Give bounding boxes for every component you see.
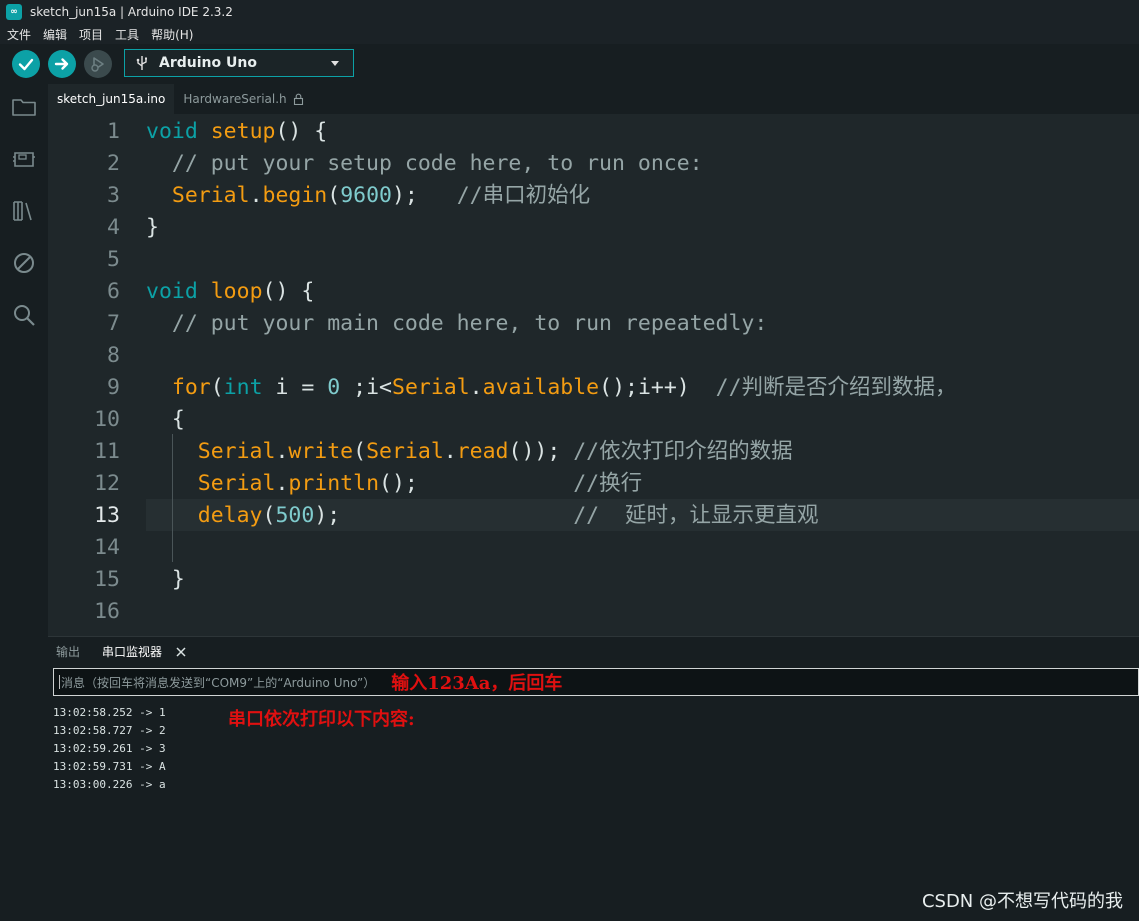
watermark: CSDN @不想写代码的我 [921,891,1123,912]
line-number: 5 [107,247,120,272]
menu-bar: 文件 编辑 项目 工具 帮助(H) [0,24,1139,44]
usb-icon [136,56,147,70]
library-icon[interactable] [11,198,37,224]
window-title: sketch_jun15a | Arduino IDE 2.3.2 [30,5,233,19]
tab-serial-monitor[interactable]: 串口监视器 [102,637,162,667]
code-text: } [146,215,159,240]
line-number: 13 [94,503,120,528]
line-number: 4 [107,215,120,240]
output-line: 13:02:58.727 -> 2 [53,724,166,737]
checkmark-icon [18,58,34,71]
folder-icon[interactable] [11,94,37,120]
board-manager-icon[interactable] [11,146,37,172]
menu-help[interactable]: 帮助(H) [151,26,193,43]
line-number: 2 [107,151,120,176]
title-bar: ∞ sketch_jun15a | Arduino IDE 2.3.2 [0,0,1139,24]
tab-label: HardwareSerial.h [183,92,287,106]
debug-play-icon [91,57,104,72]
tab-output[interactable]: 输出 [56,637,80,667]
line-number: 16 [94,599,120,624]
serial-message-input[interactable]: 消息（按回车将消息发送到“COM9”上的“Arduino Uno”） 输入123… [53,668,1139,696]
line-number: 6 [107,279,120,304]
line-number: 14 [94,535,120,560]
output-line: 13:02:58.252 -> 1 [53,706,166,719]
code-text: Serial.write(Serial.read()); //依次打印介绍的数据 [197,439,793,464]
verify-button[interactable] [12,50,40,78]
code-text: delay(500); // 延时，让显示更直观 [197,503,819,528]
code-text: { [146,407,185,432]
line-number: 10 [94,407,120,432]
annotation-output: 串口依次打印以下内容: [228,709,415,730]
line-number: 3 [107,183,120,208]
code-text: void loop() { [146,279,315,304]
arrow-right-icon [54,58,69,70]
code-text: void setup() { [146,119,328,144]
line-number: 15 [94,567,120,592]
arduino-logo-icon: ∞ [6,4,22,20]
code-text: Serial.begin(9600); //串口初始化 [171,183,591,208]
panel-tabs: 输出 串口监视器 [48,637,1139,667]
annotation-input: 输入123Aa，后回车 [391,673,563,694]
toolbar: Arduino Uno [0,44,1139,84]
menu-sketch[interactable]: 项目 [79,26,103,43]
line-number: 8 [107,343,120,368]
tab-hardwareserial[interactable]: HardwareSerial.h [174,84,312,114]
menu-file[interactable]: 文件 [7,26,31,43]
editor-tabs: sketch_jun15a.ino HardwareSerial.h [48,84,1139,114]
code-text: // put your setup code here, to run once… [146,151,703,176]
output-line: 13:03:00.226 -> a [53,778,166,791]
code-text: } [146,567,185,592]
output-line: 13:02:59.731 -> A [53,760,166,773]
code-text: Serial.println(); //换行 [197,471,643,496]
line-number: 12 [94,471,120,496]
search-icon[interactable] [11,302,37,328]
board-selector[interactable]: Arduino Uno [124,49,354,77]
serial-input-placeholder: 消息（按回车将消息发送到“COM9”上的“Arduino Uno”） [61,675,376,690]
tab-sketch[interactable]: sketch_jun15a.ino [48,84,175,114]
text-cursor [59,675,60,689]
chevron-down-icon [331,61,339,66]
debug-disabled-icon[interactable] [11,250,37,276]
sidebar [0,84,48,921]
tab-label: sketch_jun15a.ino [57,92,166,106]
code-text: for(int i = 0 ;i<Serial.available();i++)… [171,375,957,400]
code-text: // put your main code here, to run repea… [146,311,768,336]
line-number: 7 [107,311,120,336]
output-line: 13:02:59.261 -> 3 [53,742,166,755]
line-number: 9 [107,375,120,400]
board-name: Arduino Uno [159,55,257,71]
line-number: 11 [94,439,120,464]
line-number: 1 [107,119,120,144]
lock-icon [293,93,303,105]
code-editor[interactable]: 1 void setup() { 2 // put your setup code … [48,114,1139,636]
menu-tools[interactable]: 工具 [115,26,139,43]
close-icon[interactable] [175,646,187,658]
upload-button[interactable] [48,50,76,78]
debug-button[interactable] [84,50,112,78]
menu-edit[interactable]: 编辑 [43,26,67,43]
